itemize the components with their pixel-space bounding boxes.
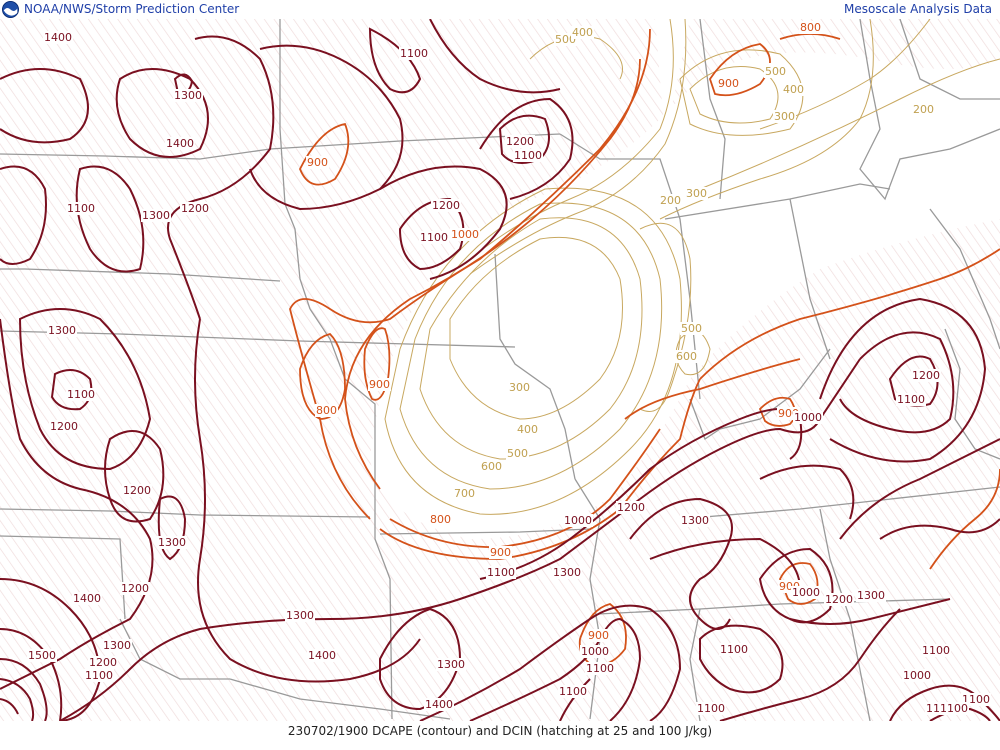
- contour-label: 1100: [586, 662, 614, 675]
- header-bar: NOAA/NWS/Storm Prediction Center Mesosca…: [0, 0, 1000, 19]
- contour-label: 400: [783, 83, 804, 96]
- contour-label: 1100: [67, 388, 95, 401]
- contour-label: 900: [718, 77, 739, 90]
- contour-label: 300: [509, 381, 530, 394]
- contour-label: 1300: [158, 536, 186, 549]
- contour-label: 1400: [166, 137, 194, 150]
- contour-label: 1200: [123, 484, 151, 497]
- contour-label: 1100: [922, 644, 950, 657]
- contour-label: 1300: [103, 639, 131, 652]
- contour-label: 400: [572, 26, 593, 39]
- contour-label: 200: [660, 194, 681, 207]
- contour-label: 500: [765, 65, 786, 78]
- contour-label: 1400: [425, 698, 453, 711]
- contour-label: 1200: [181, 202, 209, 215]
- contour-label: 900: [588, 629, 609, 642]
- contour-label: 500: [507, 447, 528, 460]
- contour-label: 1400: [73, 592, 101, 605]
- contour-label: 1300: [174, 89, 202, 102]
- contour-label: 1000: [794, 411, 822, 424]
- contour-label: 1100: [720, 643, 748, 656]
- contour-label: 1400: [308, 649, 336, 662]
- contour-label: 1100: [940, 702, 968, 715]
- contour-label: 400: [517, 423, 538, 436]
- contour-label: 1200: [506, 135, 534, 148]
- contour-label: 1000: [564, 514, 592, 527]
- contour-label: 1200: [825, 593, 853, 606]
- contour-label: 1100: [420, 231, 448, 244]
- product-title: Mesoscale Analysis Data: [844, 2, 992, 16]
- contour-label: 1100: [897, 393, 925, 406]
- contour-label: 1300: [286, 609, 314, 622]
- dcape-map: 1400110013001400 12001100900130012001100 1…: [0, 19, 1000, 721]
- contour-label: 1100: [514, 149, 542, 162]
- contour-label: 1300: [437, 658, 465, 671]
- contour-label: 700: [454, 487, 475, 500]
- contour-label: 1300: [857, 589, 885, 602]
- contour-label: 1100: [697, 702, 725, 715]
- contour-label: 1100: [85, 669, 113, 682]
- contour-label: 900: [307, 156, 328, 169]
- contour-label: 1000: [903, 669, 931, 682]
- contour-label: 1300: [48, 324, 76, 337]
- contour-label: 800: [800, 21, 821, 34]
- contour-label: 1400: [44, 31, 72, 44]
- contour-label: 200: [913, 103, 934, 116]
- contour-label: 1500: [28, 649, 56, 662]
- contour-label: 1200: [432, 199, 460, 212]
- contour-label: 900: [490, 546, 511, 559]
- contour-label: 1000: [451, 228, 479, 241]
- contour-label: 1100: [559, 685, 587, 698]
- contour-label: 1300: [142, 209, 170, 222]
- contour-label: 1200: [121, 582, 149, 595]
- contour-label: 1300: [553, 566, 581, 579]
- contour-label: 1100: [487, 566, 515, 579]
- contour-label: 1100: [400, 47, 428, 60]
- contour-label: 1200: [50, 420, 78, 433]
- contour-label: 1000: [581, 645, 609, 658]
- contour-label: 300: [774, 110, 795, 123]
- contour-label: 1000: [792, 586, 820, 599]
- contour-label: 1200: [912, 369, 940, 382]
- contour-label: 900: [369, 378, 390, 391]
- contour-label: 600: [481, 460, 502, 473]
- contour-label: 1200: [617, 501, 645, 514]
- contour-label: 800: [430, 513, 451, 526]
- noaa-logo-icon: [2, 1, 19, 18]
- contour-label: 500: [681, 322, 702, 335]
- contour-label: 1100: [67, 202, 95, 215]
- caption: 230702/1900 DCAPE (contour) and DCIN (ha…: [287, 724, 713, 738]
- contour-label: 1300: [681, 514, 709, 527]
- contour-label: 800: [316, 404, 337, 417]
- contour-label: 600: [676, 350, 697, 363]
- contour-label: 1200: [89, 656, 117, 669]
- agency-title: NOAA/NWS/Storm Prediction Center: [24, 2, 240, 16]
- contour-label: 300: [686, 187, 707, 200]
